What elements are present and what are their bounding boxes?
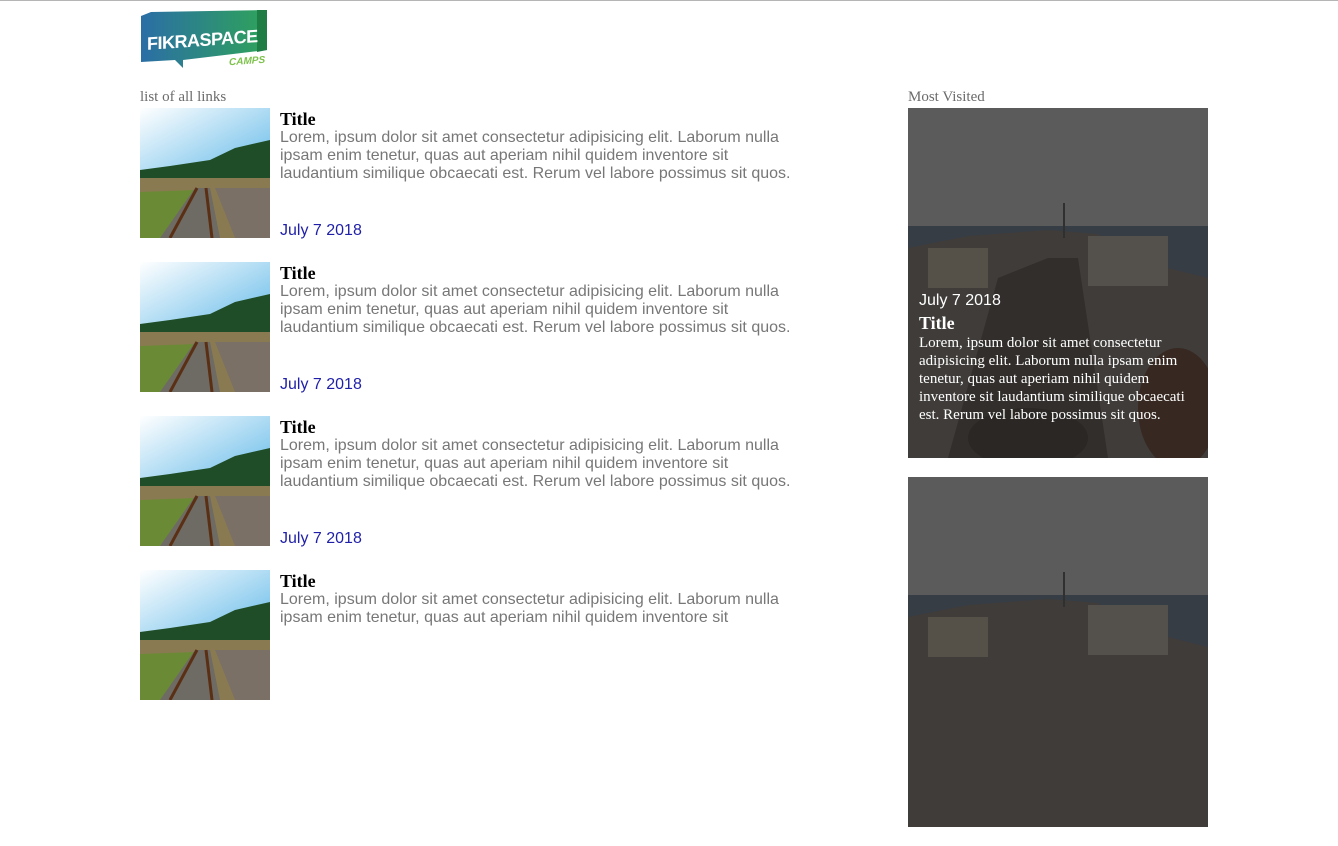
- all-links-label: list of all links: [140, 89, 227, 105]
- most-visited-list: July 7 2018 Title Lorem, ipsum dolor sit…: [908, 108, 1210, 846]
- article-item: Title Lorem, ipsum dolor sit amet consec…: [140, 262, 820, 416]
- article-date-link[interactable]: July 7 2018: [280, 222, 362, 240]
- railway-thumbnail[interactable]: [140, 416, 270, 546]
- railway-thumbnail[interactable]: [140, 108, 270, 238]
- site-logo[interactable]: FIKRASPACE CAMPS: [139, 10, 271, 74]
- most-visited-card[interactable]: July 7 2018 Title Lorem, ipsum dolor sit…: [908, 108, 1208, 458]
- most-visited-card[interactable]: [908, 477, 1208, 827]
- railway-thumbnail[interactable]: [140, 570, 270, 700]
- top-border: [0, 0, 1338, 1]
- article-excerpt: Lorem, ipsum dolor sit amet consectetur …: [280, 283, 791, 336]
- article-item: Title Lorem, ipsum dolor sit amet consec…: [140, 570, 820, 724]
- card-title: Title: [919, 313, 955, 333]
- article-title[interactable]: Title: [280, 416, 316, 438]
- article-item: Title Lorem, ipsum dolor sit amet consec…: [140, 416, 820, 570]
- article-date-link[interactable]: July 7 2018: [280, 530, 362, 548]
- article-list: Title Lorem, ipsum dolor sit amet consec…: [140, 108, 820, 724]
- article-excerpt: Lorem, ipsum dolor sit amet consectetur …: [280, 129, 791, 182]
- most-visited-label: Most Visited: [908, 89, 985, 105]
- article-title[interactable]: Title: [280, 108, 316, 130]
- article-title[interactable]: Title: [280, 262, 316, 284]
- article-title[interactable]: Title: [280, 570, 316, 592]
- card-excerpt: Lorem, ipsum dolor sit amet consectetur …: [919, 335, 1185, 423]
- article-excerpt: Lorem, ipsum dolor sit amet consectetur …: [280, 437, 791, 490]
- railway-thumbnail[interactable]: [140, 262, 270, 392]
- card-date: July 7 2018: [919, 292, 1001, 309]
- article-date-link[interactable]: July 7 2018: [280, 376, 362, 394]
- card-overlay: [908, 477, 1208, 827]
- article-excerpt: Lorem, ipsum dolor sit amet consectetur …: [280, 591, 779, 626]
- article-item: Title Lorem, ipsum dolor sit amet consec…: [140, 108, 820, 262]
